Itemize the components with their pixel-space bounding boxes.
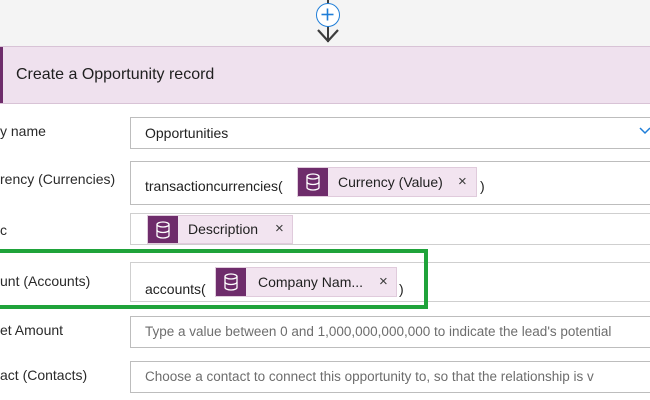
budget-amount-label: et Amount xyxy=(0,322,64,338)
description-token[interactable]: Description × xyxy=(147,215,293,244)
entity-name-dropdown[interactable]: Opportunities xyxy=(130,117,650,149)
description-label: c xyxy=(0,222,7,238)
add-step-button[interactable] xyxy=(316,3,340,27)
card-title: Create a Opportunity record xyxy=(16,66,215,83)
entity-name-value: Opportunities xyxy=(145,125,229,141)
card-accent-bar xyxy=(0,47,3,103)
arrow-down-icon xyxy=(317,29,339,43)
action-card: Create a Opportunity record y name Oppor… xyxy=(0,46,650,400)
database-icon xyxy=(298,168,328,196)
chevron-down-icon[interactable] xyxy=(639,126,650,136)
card-header[interactable]: Create a Opportunity record xyxy=(0,46,650,104)
currency-field[interactable]: transactioncurrencies( Currency (Value) … xyxy=(130,161,650,205)
remove-token-icon[interactable]: × xyxy=(275,220,284,237)
database-icon xyxy=(148,216,178,243)
currency-suffix: ) xyxy=(480,178,485,194)
highlight-box xyxy=(0,249,428,309)
entity-name-label: y name xyxy=(0,123,46,139)
currency-prefix: transactioncurrencies( xyxy=(145,178,283,194)
currency-token[interactable]: Currency (Value) × xyxy=(297,167,477,197)
plus-circle-icon xyxy=(321,8,334,21)
budget-amount-placeholder: Type a value between 0 and 1,000,000,000… xyxy=(145,324,612,339)
remove-token-icon[interactable]: × xyxy=(458,173,467,190)
budget-amount-input[interactable]: Type a value between 0 and 1,000,000,000… xyxy=(130,316,650,348)
currency-label: rency (Currencies) xyxy=(0,171,116,187)
contact-placeholder: Choose a contact to connect this opportu… xyxy=(145,369,594,384)
currency-token-label: Currency (Value) xyxy=(338,174,443,190)
contact-label: act (Contacts) xyxy=(0,367,88,383)
description-token-label: Description xyxy=(188,221,259,237)
contact-input[interactable]: Choose a contact to connect this opportu… xyxy=(130,361,650,393)
description-field[interactable]: Description × xyxy=(130,213,650,245)
